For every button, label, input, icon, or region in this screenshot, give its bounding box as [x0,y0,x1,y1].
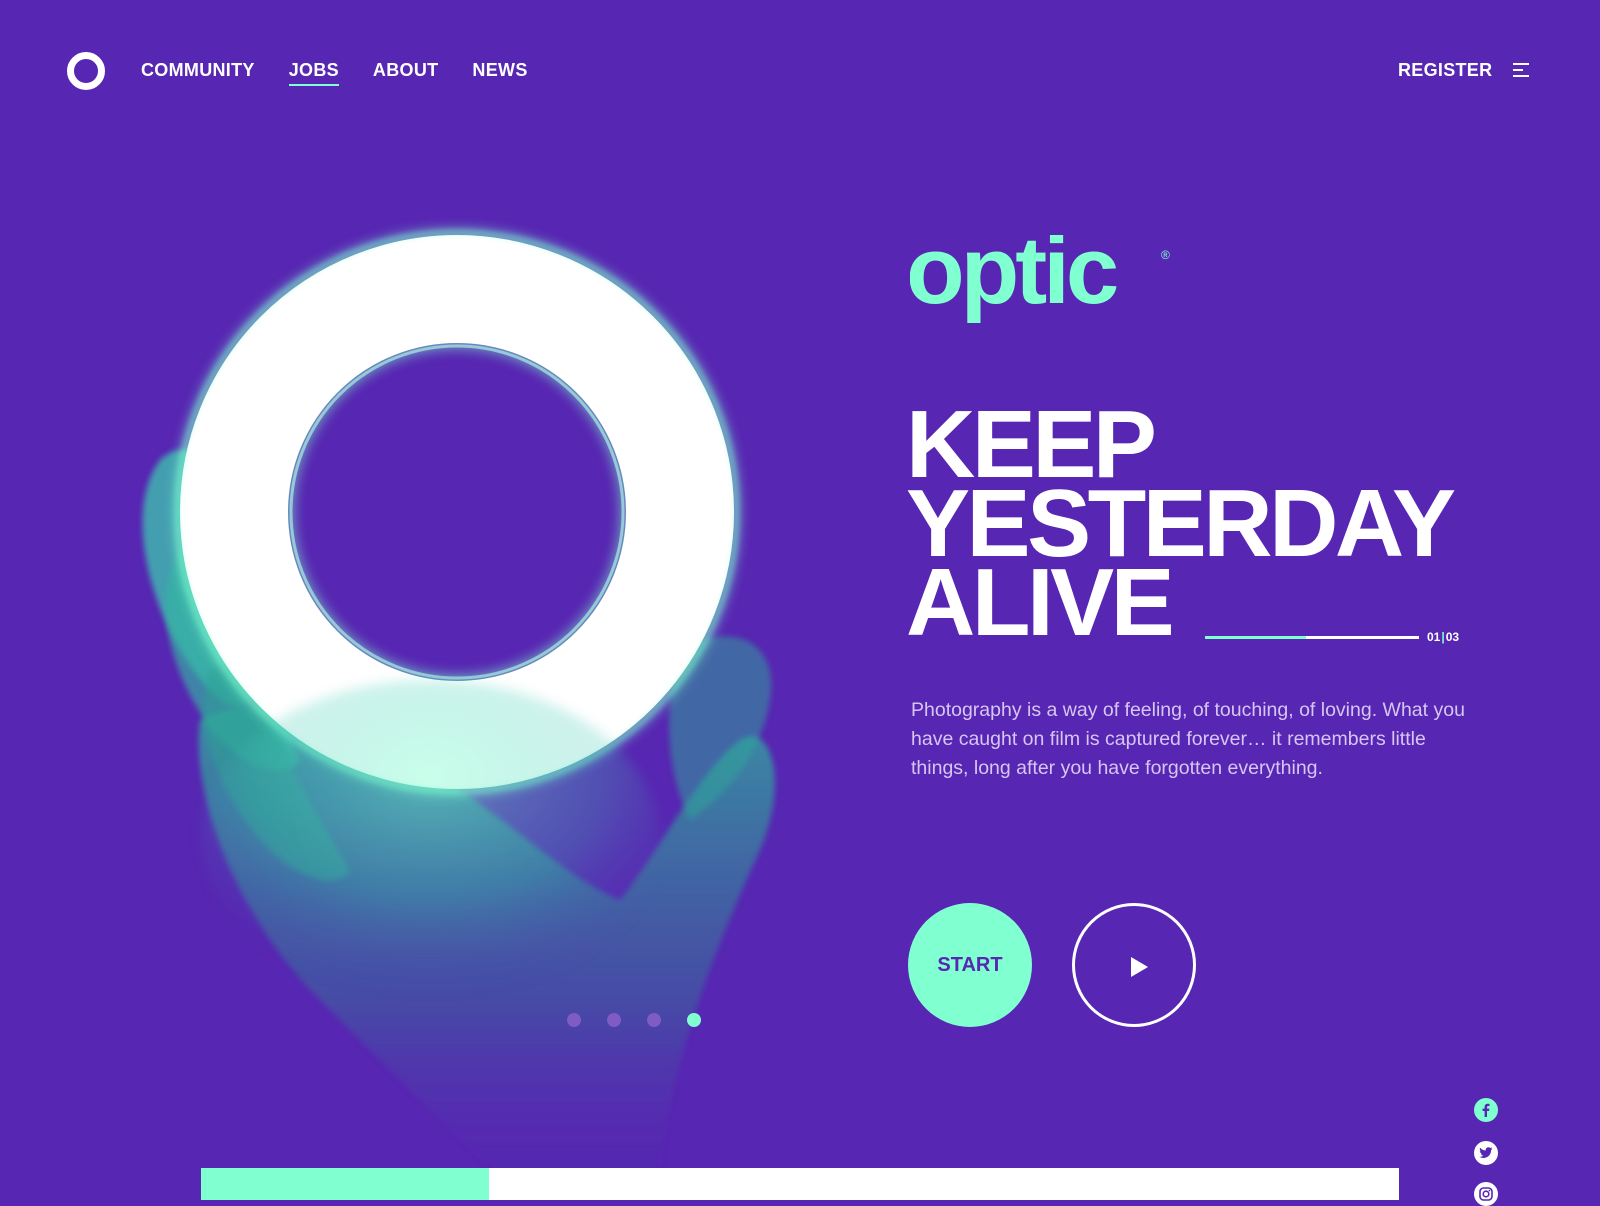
play-icon [1131,957,1148,977]
instagram-icon[interactable] [1474,1182,1498,1206]
slide-counter: 01|03 [1427,629,1459,645]
twitter-icon[interactable] [1474,1141,1498,1165]
optic-brand-logo: optic ® [910,235,1170,324]
ring-logo-icon[interactable] [67,52,105,90]
pagination-dot-2[interactable] [607,1013,621,1027]
slide-total: 03 [1445,630,1460,644]
hero-description: Photography is a way of feeling, of touc… [911,699,1465,779]
pagination-dot-3[interactable] [647,1013,661,1027]
main-nav: COMMUNITY JOBS ABOUT NEWS [141,58,528,86]
register-link[interactable]: REGISTER [1398,58,1492,82]
start-button[interactable]: START [908,903,1032,1027]
facebook-icon[interactable] [1474,1098,1498,1122]
hero-headline: KEEP YESTERDAY ALIVE [906,397,1456,651]
hand-holding-glowing-ring-image [142,229,775,1200]
slide-current: 01 [1427,630,1441,644]
hamburger-menu-icon[interactable] [1513,63,1531,77]
bottom-progress-fill [201,1168,489,1200]
pagination-dot-1[interactable] [567,1013,581,1027]
nav-item-about[interactable]: ABOUT [373,58,439,82]
registered-mark: ® [1161,248,1170,262]
slide-progress-bar [1205,636,1419,639]
brand-wordmark: optic [910,235,1117,324]
nav-item-jobs[interactable]: JOBS [288,58,340,86]
pagination-dot-4[interactable] [687,1013,701,1027]
nav-item-news[interactable]: NEWS [472,58,527,82]
nav-item-community[interactable]: COMMUNITY [141,58,255,82]
play-video-button[interactable] [1072,903,1196,1027]
bottom-progress-bar [201,1168,1399,1200]
slide-progress-fill [1205,636,1306,639]
